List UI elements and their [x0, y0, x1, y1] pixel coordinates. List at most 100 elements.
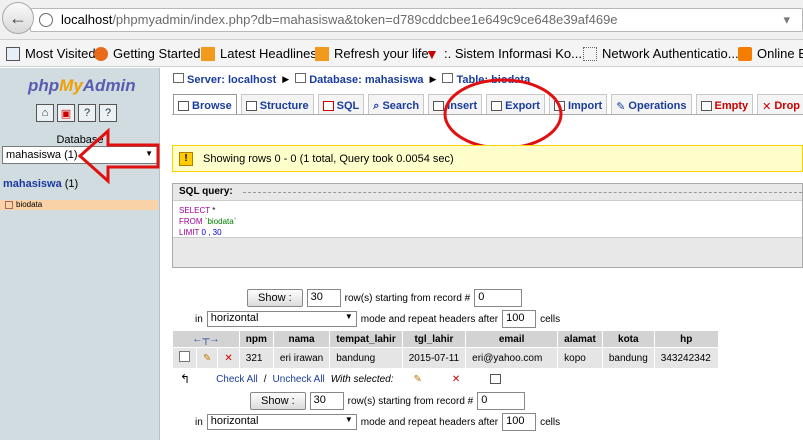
table-cell: eri@yahoo.com — [465, 347, 559, 369]
column-header[interactable]: email — [465, 330, 559, 348]
sql-code: SELECT * FROM `biodata` LIMIT 0 , 30 — [173, 200, 802, 238]
home-icon[interactable]: ⌂ — [36, 104, 54, 122]
docs-icon[interactable]: ? — [78, 104, 96, 122]
record-input-bottom[interactable]: 0 — [477, 392, 526, 410]
export-icon[interactable] — [490, 374, 502, 384]
browse-icon — [178, 101, 189, 111]
structure-icon — [245, 101, 257, 111]
bookmark-most-visited[interactable]: Most Visited — [6, 46, 96, 61]
quick-icons: ⌂ ▣ ? ? — [36, 104, 117, 122]
tab-sql[interactable]: SQL — [317, 94, 365, 114]
mode-select-bottom[interactable]: horizontal ▼ — [206, 414, 357, 430]
query-window-icon[interactable]: ▣ — [57, 104, 75, 122]
rss-icon — [201, 46, 215, 61]
sql-query-legend: SQL query: — [179, 186, 233, 197]
column-header[interactable]: tgl_lahir — [401, 330, 467, 348]
column-header[interactable]: kota — [601, 330, 655, 348]
table-link-biodata[interactable]: biodata — [0, 200, 158, 210]
database-icon — [295, 73, 307, 83]
show-rows-bottom: Show : 30 row(s) starting from record # … — [250, 392, 526, 410]
mode-text-top: mode and repeat headers after — [360, 313, 499, 325]
breadcrumb-server[interactable]: Server: localhost — [173, 73, 276, 86]
mode-row-bottom: in horizontal ▼ mode and repeat headers a… — [195, 413, 560, 431]
delete-cell: ✕ — [217, 347, 240, 369]
table-cell: 2015-07-11 — [401, 347, 467, 369]
column-header[interactable]: hp — [653, 330, 719, 348]
show-button-top[interactable]: Show : — [247, 289, 303, 307]
url-text: localhost/phpmyadmin/index.php?db=mahasi… — [61, 12, 618, 27]
bookmark-icon — [6, 46, 20, 61]
breadcrumb-database[interactable]: Database: mahasiswa — [295, 73, 424, 86]
help-icon[interactable]: ? — [99, 104, 117, 122]
column-header[interactable]: nama — [272, 330, 331, 348]
column-header[interactable]: alamat — [557, 330, 603, 348]
tab-structure[interactable]: Structure — [240, 94, 314, 114]
blogger-icon — [738, 46, 752, 61]
bookmark-sistem-informasi[interactable]: ▼:. Sistem Informasi Ko... — [425, 46, 582, 61]
table-row: ✎ ✕ 321 eri irawan bandung 2015-07-11 er… — [172, 347, 719, 369]
annotation-circle-icon — [443, 78, 563, 150]
phpmyadmin-logo[interactable]: phpMyAdmin — [28, 76, 136, 96]
bookmark-getting-started[interactable]: Getting Started — [94, 46, 200, 61]
row-checkbox[interactable] — [179, 351, 190, 362]
dropdown-arrow-icon[interactable]: ▾ — [783, 12, 790, 28]
table-header-row: ←┬→ npm nama tempat_lahir tgl_lahir emai… — [172, 330, 719, 348]
empty-icon — [700, 101, 712, 111]
cells-label-bottom: cells — [540, 416, 561, 428]
mode-text-bottom: mode and repeat headers after — [360, 416, 499, 428]
column-options-header[interactable]: ←┬→ — [172, 330, 240, 348]
table-cell: kopo — [557, 347, 603, 369]
tab-empty[interactable]: Empty — [695, 94, 754, 114]
browser-toolbar: localhost/phpmyadmin/index.php?db=mahasi… — [0, 0, 803, 40]
chevron-down-icon: ▼ — [344, 415, 353, 424]
tab-operations[interactable]: ✎ Operations — [611, 94, 692, 114]
page-icon — [583, 46, 597, 61]
sql-icon — [322, 101, 334, 111]
with-selected-label: With selected: — [330, 373, 394, 385]
slash-separator: / — [263, 373, 267, 385]
in-label-top: in — [195, 313, 203, 325]
check-all-link[interactable]: Check All — [216, 374, 258, 385]
bookmark-online-b[interactable]: Online B — [738, 46, 803, 61]
drop-icon: ✕ — [762, 100, 772, 113]
tab-search[interactable]: ⌕ Search — [368, 94, 425, 114]
table-cell: 321 — [238, 347, 274, 369]
show-rows-top: Show : 30 row(s) starting from record # … — [247, 289, 523, 307]
back-button[interactable]: ← — [2, 2, 34, 34]
results-table: ←┬→ npm nama tempat_lahir tgl_lahir emai… — [172, 330, 719, 369]
pencil-icon[interactable]: ✎ — [203, 353, 211, 364]
bookmark-latest-headlines[interactable]: Latest Headlines — [201, 46, 317, 61]
legend-divider — [243, 192, 802, 193]
table-cell: 343242342 — [653, 347, 719, 369]
row-checkbox-cell — [172, 347, 197, 369]
pencil-icon[interactable]: ✎ — [414, 374, 422, 385]
bookmark-network-auth[interactable]: Network Authenticatio... — [583, 46, 739, 61]
rows-input-bottom[interactable]: 30 — [309, 392, 344, 410]
show-button-bottom[interactable]: Show : — [250, 392, 306, 410]
mode-select-top[interactable]: horizontal ▼ — [206, 311, 357, 327]
bookmark-refresh[interactable]: Refresh your life — [315, 46, 429, 61]
warning-icon: ! — [179, 151, 193, 166]
uncheck-all-link[interactable]: Uncheck All — [273, 374, 325, 385]
headers-input-bottom[interactable]: 100 — [502, 413, 537, 431]
wrench-icon: ✎ — [616, 100, 626, 113]
database-name[interactable]: mahasiswa (1) — [3, 178, 78, 190]
rows-text-bottom: row(s) starting from record # — [347, 395, 474, 407]
edit-cell: ✎ — [195, 347, 219, 369]
column-header[interactable]: tempat_lahir — [329, 330, 403, 348]
server-icon — [173, 73, 184, 83]
rows-input-top[interactable]: 30 — [306, 289, 341, 307]
tab-browse[interactable]: Browse — [173, 94, 237, 114]
in-label-bottom: in — [195, 416, 203, 428]
tab-drop[interactable]: ✕ Drop — [757, 94, 803, 114]
annotation-arrow-icon — [78, 128, 160, 184]
headers-input-top[interactable]: 100 — [502, 310, 537, 328]
record-input-top[interactable]: 0 — [474, 289, 523, 307]
column-header[interactable]: npm — [238, 330, 274, 348]
delete-icon[interactable]: ✕ — [452, 374, 460, 385]
query-result-notice: ! Showing rows 0 - 0 (1 total, Query too… — [172, 145, 803, 172]
cells-label-top: cells — [540, 313, 561, 325]
address-bar[interactable]: localhost/phpmyadmin/index.php?db=mahasi… — [30, 8, 803, 32]
delete-icon[interactable]: ✕ — [224, 353, 232, 364]
firefox-icon — [94, 46, 108, 61]
